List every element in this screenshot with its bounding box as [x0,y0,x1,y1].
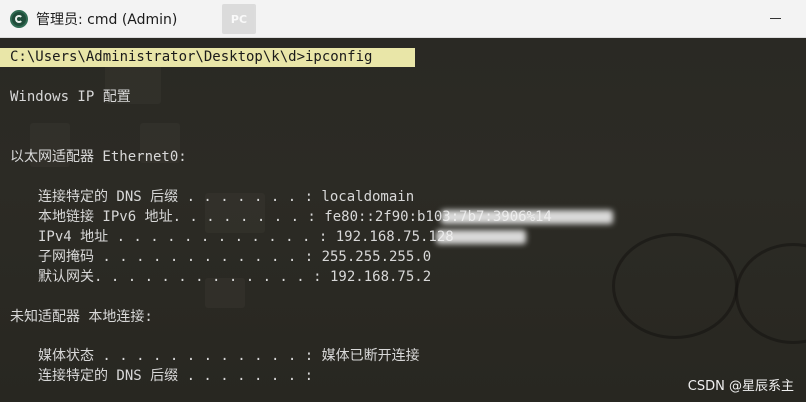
adapter-heading: 未知适配器 本地连接: [10,309,153,325]
minimize-button[interactable] [744,0,806,37]
output-line: 连接特定的 DNS 后缀 . . . . . . . : [38,368,314,384]
title-bar[interactable]: 管理员: cmd (Admin) PC [0,0,806,38]
adapter-heading: 以太网适配器 Ethernet0: [10,149,187,165]
output-line: 子网掩码 . . . . . . . . . . . . : 255.255.2… [38,249,432,265]
output-line: IPv4 地址 . . . . . . . . . . . . : 192.16… [38,229,454,245]
background-wallpaper-shape [735,243,806,344]
redaction-blur [436,230,526,244]
terminal-icon [10,9,28,28]
output-line: 默认网关. . . . . . . . . . . . . : 192.168.… [38,269,432,285]
command-prompt-line: C:\Users\Administrator\Desktop\k\d>ipcon… [0,48,415,67]
watermark: CSDN @星辰系主 [687,379,794,394]
output-line: 连接特定的 DNS 后缀 . . . . . . . : localdomain [38,189,415,205]
output-line: 媒体状态 . . . . . . . . . . . . : 媒体已断开连接 [38,348,420,364]
minimize-icon [769,18,781,19]
window-title: 管理员: cmd (Admin) [36,11,178,28]
background-wallpaper-shape [612,233,738,339]
console-output[interactable]: C:\Users\Administrator\Desktop\k\d>ipcon… [0,38,806,402]
redaction-blur [441,210,613,224]
output-heading: Windows IP 配置 [10,89,131,105]
background-ghost-text: PC [222,4,256,34]
